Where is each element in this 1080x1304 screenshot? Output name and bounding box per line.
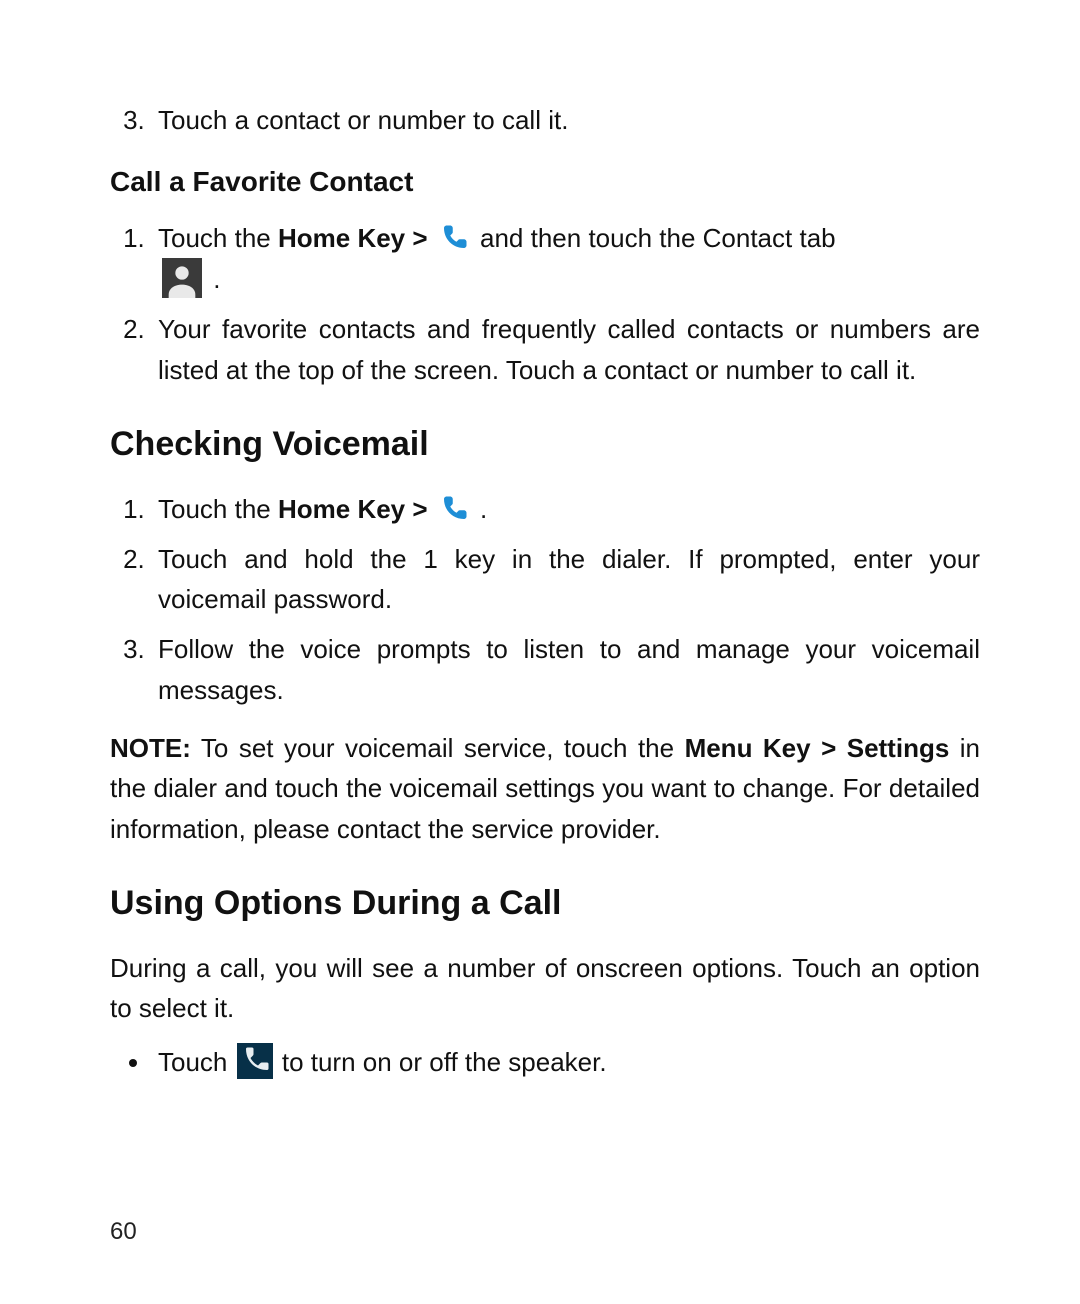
text-run: To set your voicemail service, touch the <box>191 733 685 763</box>
phone-icon <box>439 223 469 253</box>
list-item: Touch the Home Key > . <box>152 489 980 529</box>
text-bold-home-key: Home Key > <box>278 223 435 253</box>
speaker-phone-icon <box>237 1043 273 1079</box>
text-bold-menu-settings: Menu Key > Settings <box>685 733 950 763</box>
text-run: Touch <box>158 1047 235 1077</box>
step-text: Follow the voice prompts to listen to an… <box>158 634 980 704</box>
list-item: Touch a contact or number to call it. <box>152 100 980 140</box>
note-paragraph: NOTE: To set your voicemail service, tou… <box>110 728 980 849</box>
list-item: Touch to turn on or off the speaker. <box>152 1042 980 1082</box>
text-bold-home-key: Home Key > <box>278 494 435 524</box>
heading-using-options: Using Options During a Call <box>110 877 980 930</box>
list-item: Your favorite contacts and frequently ca… <box>152 309 980 390</box>
text-run: to turn on or off the speaker. <box>282 1047 607 1077</box>
list-item: Touch and hold the 1 key in the dialer. … <box>152 539 980 620</box>
text-run: Touch the <box>158 223 278 253</box>
heading-call-favorite: Call a Favorite Contact <box>110 160 980 203</box>
during-call-bullets: Touch to turn on or off the speaker. <box>110 1042 980 1082</box>
phone-icon <box>439 494 469 524</box>
step-text: Touch and hold the 1 key in the dialer. … <box>158 544 980 614</box>
contact-tab-icon <box>162 258 202 298</box>
heading-checking-voicemail: Checking Voicemail <box>110 418 980 471</box>
favorite-steps: Touch the Home Key > and then touch the … <box>110 218 980 390</box>
list-item: Touch the Home Key > and then touch the … <box>152 218 980 300</box>
document-page: Touch a contact or number to call it. Ca… <box>0 0 1080 1304</box>
text-run: and then touch the Contact tab <box>480 223 836 253</box>
intro-paragraph: During a call, you will see a number of … <box>110 948 980 1029</box>
note-label: NOTE: <box>110 733 191 763</box>
voicemail-steps: Touch the Home Key > . Touch and hold th… <box>110 489 980 710</box>
step-text: Your favorite contacts and frequently ca… <box>158 314 980 384</box>
prev-section-steps: Touch a contact or number to call it. <box>110 100 980 140</box>
page-number: 60 <box>110 1213 137 1250</box>
text-run: . <box>206 264 220 294</box>
text-run: Touch the <box>158 494 278 524</box>
text-run: . <box>473 494 487 524</box>
step-text: Touch a contact or number to call it. <box>158 105 568 135</box>
list-item: Follow the voice prompts to listen to an… <box>152 629 980 710</box>
